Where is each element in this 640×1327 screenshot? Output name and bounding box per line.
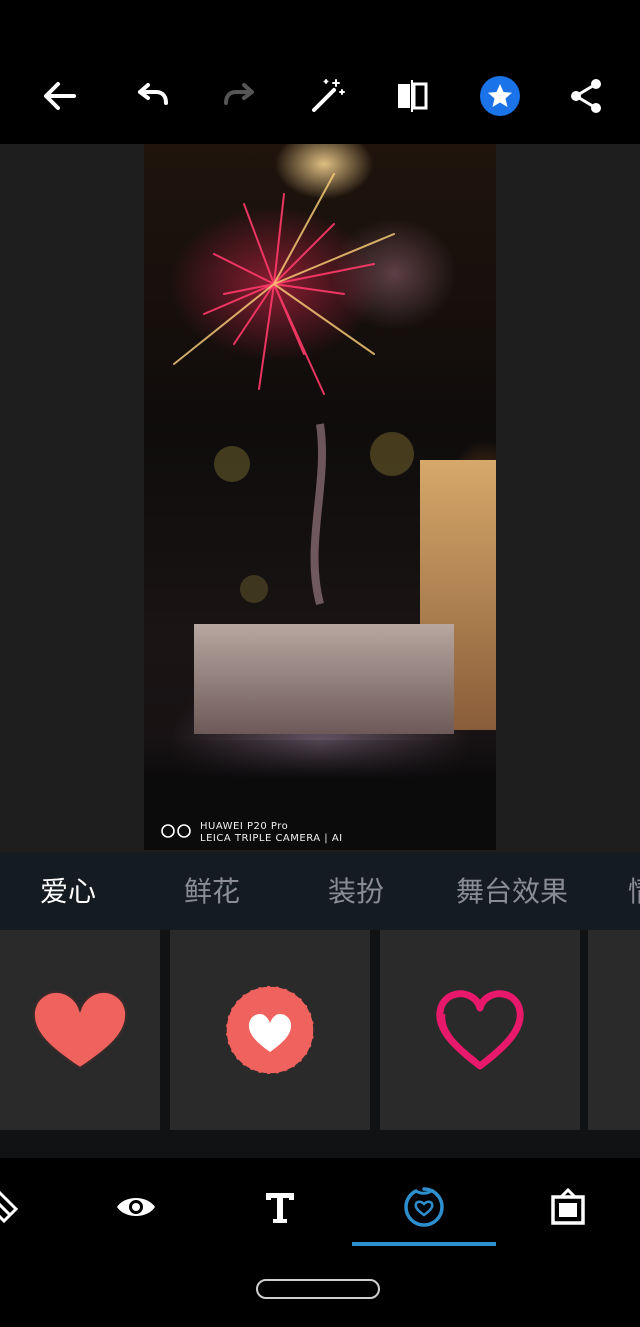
- magic-wand-icon[interactable]: [298, 66, 358, 126]
- home-gesture-bar[interactable]: [256, 1279, 380, 1299]
- leica-rings-icon: [161, 824, 191, 838]
- top-toolbar: [0, 0, 640, 144]
- category-stage-effects[interactable]: 舞台效果: [456, 874, 568, 910]
- camera-watermark: HUAWEI P20 Pro LEICA TRIPLE CAMERA | AI: [200, 821, 343, 845]
- sticker-item[interactable]: [170, 930, 370, 1130]
- category-dressup[interactable]: 装扮: [328, 874, 384, 910]
- text-icon[interactable]: [250, 1182, 310, 1232]
- low-building: [194, 624, 454, 734]
- eraser-icon[interactable]: [0, 1182, 32, 1232]
- fireworks-photo[interactable]: HUAWEI P20 Pro LEICA TRIPLE CAMERA | AI: [144, 144, 496, 850]
- star-badge-icon[interactable]: [470, 66, 530, 126]
- compare-icon[interactable]: [382, 66, 442, 126]
- watermark-line2: LEICA TRIPLE CAMERA | AI: [200, 833, 343, 844]
- pink-outline-heart-sticker-icon: [436, 990, 524, 1070]
- active-tab-indicator: [352, 1242, 496, 1246]
- watermark-line1: HUAWEI P20 Pro: [200, 821, 289, 832]
- redo-icon[interactable]: [210, 66, 270, 126]
- heart-in-circle-sticker-icon: [225, 985, 315, 1075]
- category-love[interactable]: 爱心: [40, 874, 96, 910]
- bottom-tool-nav: [0, 1158, 640, 1258]
- back-arrow-icon[interactable]: [30, 66, 90, 126]
- category-mood[interactable]: 情: [628, 874, 640, 910]
- sticker-category-tabs: 爱心 鲜花 装扮 舞台效果 情: [0, 852, 640, 930]
- editor-canvas: HUAWEI P20 Pro LEICA TRIPLE CAMERA | AI: [0, 144, 640, 852]
- sticker-list: [0, 930, 640, 1158]
- red-heart-sticker-icon: [32, 991, 128, 1070]
- undo-icon[interactable]: [122, 66, 182, 126]
- eye-icon[interactable]: [106, 1182, 166, 1232]
- sticker-item[interactable]: [0, 930, 160, 1130]
- sticker-item[interactable]: [588, 930, 640, 1130]
- category-flowers[interactable]: 鲜花: [184, 874, 240, 910]
- sticker-item[interactable]: [380, 930, 580, 1130]
- frame-icon[interactable]: [538, 1182, 598, 1232]
- share-icon[interactable]: [556, 66, 616, 126]
- sticker-icon[interactable]: [394, 1182, 454, 1232]
